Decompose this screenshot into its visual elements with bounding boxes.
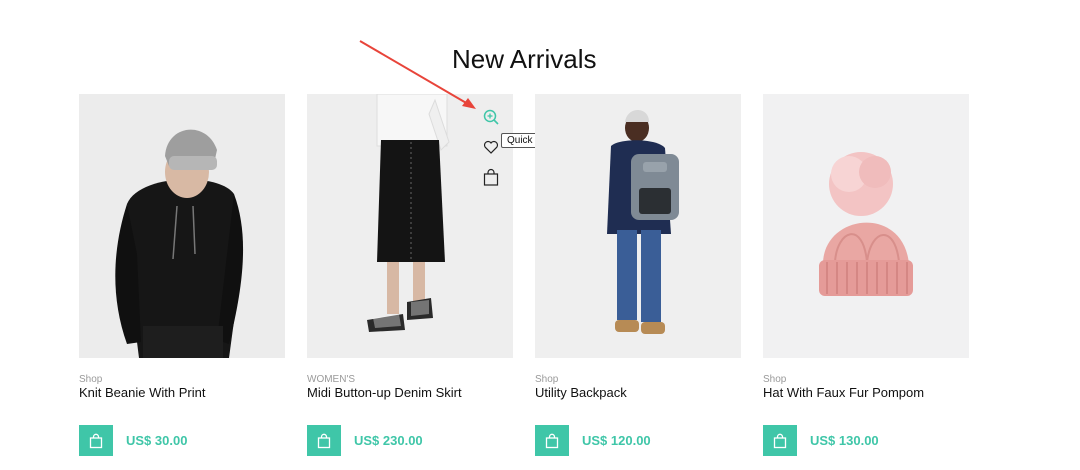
product-photo [535,94,741,358]
shopping-bag-icon [89,433,103,448]
product-title[interactable]: Midi Button-up Denim Skirt [307,385,462,400]
product-price: US$ 130.00 [810,433,879,448]
product-category: Shop [79,374,103,385]
product-card[interactable]: Shop Knit Beanie With Print US$ 30.00 [79,94,285,456]
product-image-knit-beanie[interactable] [79,94,285,358]
add-to-cart-button[interactable] [535,425,569,456]
wishlist-button[interactable] [480,136,502,158]
product-photo [307,94,513,358]
product-category: WOMEN'S [307,374,356,385]
product-title[interactable]: Knit Beanie With Print [79,385,205,400]
product-category: Shop [763,374,787,385]
product-title[interactable]: Utility Backpack [535,385,627,400]
add-to-cart-button[interactable] [763,425,797,456]
product-image-utility-backpack[interactable] [535,94,741,358]
quick-view-button[interactable] [480,106,502,128]
product-card[interactable]: Shop Hat With Faux Fur Pompom US$ 130.00 [763,94,969,456]
shopping-bag-icon [317,433,331,448]
new-arrivals-page: New Arrivals Shop Knit Beanie With Print… [0,0,1080,470]
product-card[interactable]: Shop Utility Backpack US$ 120.00 [535,94,741,456]
product-category: Shop [535,374,559,385]
product-price: US$ 120.00 [582,433,651,448]
product-title[interactable]: Hat With Faux Fur Pompom [763,385,924,400]
add-to-cart-button[interactable] [307,425,341,456]
shopping-bag-icon [545,433,559,448]
product-photo [79,94,285,358]
product-photo [763,94,969,358]
shopping-bag-icon [773,433,787,448]
add-to-cart-button[interactable] [79,425,113,456]
product-price: US$ 30.00 [126,433,188,448]
product-card[interactable]: Quick View WOMEN'S Midi Button-up Denim … [307,94,563,456]
product-image-pompom-hat[interactable] [763,94,969,358]
add-to-cart-hover-button[interactable] [480,166,502,188]
wishlist-icon [483,140,499,154]
add-to-cart-icon [483,168,499,186]
product-image-denim-skirt[interactable] [307,94,513,358]
product-price: US$ 230.00 [354,433,423,448]
quick-view-icon [483,109,499,125]
section-title: New Arrivals [452,44,597,74]
